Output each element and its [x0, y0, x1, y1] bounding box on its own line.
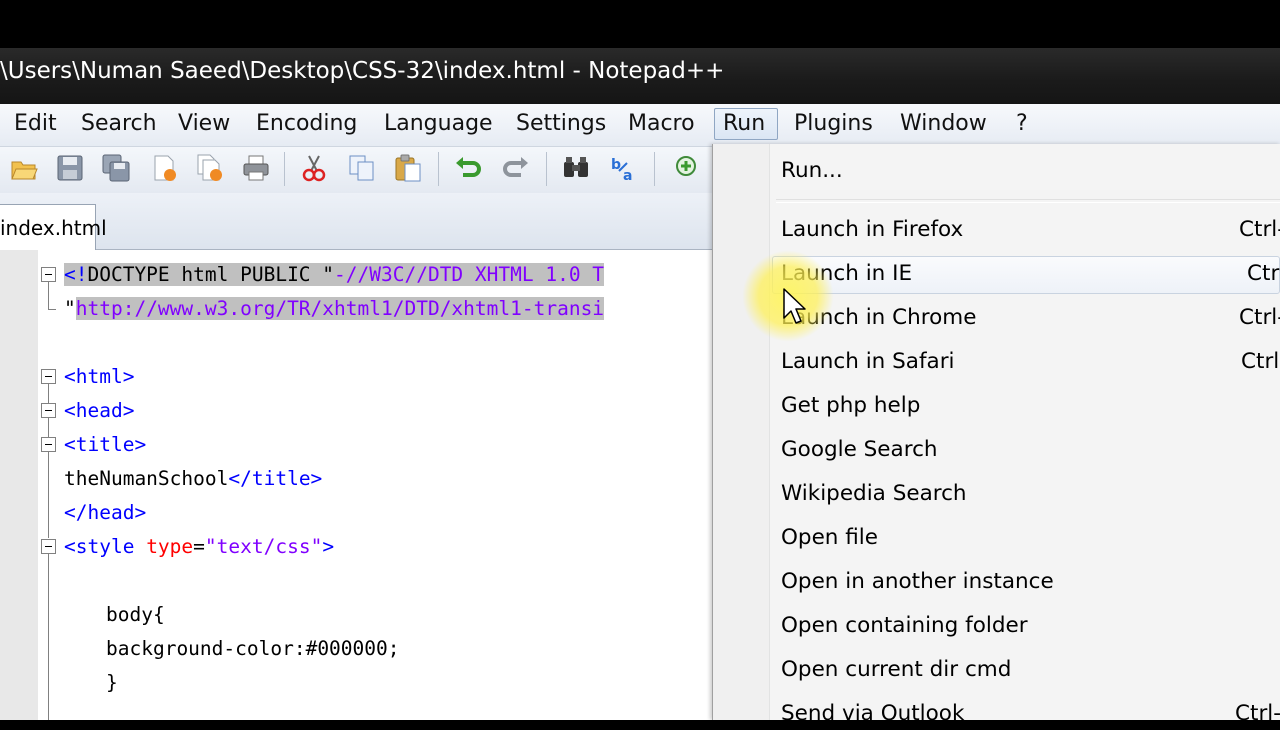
mouse-pointer-icon [783, 288, 806, 324]
fold-toggle[interactable] [41, 267, 56, 282]
menu-help[interactable]: ? [1008, 108, 1036, 140]
code-line-title: <title> [64, 433, 147, 456]
menu-edit[interactable]: Edit [6, 108, 65, 140]
code-line-bg-color: background-color:#000000; [106, 637, 400, 660]
menu-encoding[interactable]: Encoding [248, 108, 365, 140]
menu-item-run[interactable]: Run... [781, 155, 843, 187]
menu-window[interactable]: Window [892, 108, 995, 140]
tab-label: index.html [0, 216, 107, 240]
fold-line [48, 282, 49, 310]
shortcut-label: Ctrl- [1239, 305, 1280, 330]
menu-settings[interactable]: Settings [508, 108, 614, 140]
fold-toggle[interactable] [41, 403, 56, 418]
toolbar-separator [284, 152, 285, 186]
open-icon[interactable] [8, 152, 40, 184]
code-token: theNumanSchool [64, 467, 229, 490]
menu-search[interactable]: Search [73, 108, 165, 140]
code-token: type [146, 535, 194, 558]
close-all-icon[interactable] [194, 152, 226, 184]
menu-plugins[interactable]: Plugins [786, 108, 881, 140]
code-token: -//W3C//DTD XHTML 1.0 T [334, 263, 605, 286]
code-token: " [64, 297, 76, 320]
menu-item-open-file[interactable]: Open file [781, 522, 878, 554]
code-line-1: <!DOCTYPE html PUBLIC "-//W3C//DTD XHTML… [64, 261, 605, 289]
code-token: </title> [228, 467, 323, 490]
fold-line [48, 554, 49, 720]
menu-item-google-search[interactable]: Google Search [781, 434, 938, 466]
menu-item-launch-firefox[interactable]: Launch in Firefox [781, 214, 963, 246]
print-icon[interactable] [240, 152, 272, 184]
fold-line [48, 452, 49, 538]
find-icon[interactable] [560, 152, 592, 184]
code-line-head: <head> [64, 399, 135, 422]
code-line-close-brace: } [106, 671, 118, 694]
menu-icon-gutter [713, 144, 770, 720]
menu-language[interactable]: Language [376, 108, 501, 140]
code-token: <style [64, 535, 147, 558]
menu-item-launch-safari[interactable]: Launch in Safari [781, 346, 955, 378]
code-line-body: body{ [106, 603, 165, 626]
code-token: > [322, 535, 335, 558]
code-token: http://www.w3.org/TR/xhtml1/DTD/xhtml1-t… [75, 297, 605, 320]
redo-icon[interactable] [500, 152, 532, 184]
code-line-head-close: </head> [64, 501, 147, 524]
menu-separator [776, 199, 1280, 203]
menu-item-open-containing-folder[interactable]: Open containing folder [781, 610, 1028, 642]
code-token: DOCTYPE html PUBLIC " [87, 263, 335, 286]
copy-icon[interactable] [346, 152, 378, 184]
menu-view[interactable]: View [170, 108, 238, 140]
menu-run[interactable]: Run [714, 108, 778, 140]
save-icon[interactable] [54, 152, 86, 184]
zoom-in-icon[interactable] [670, 152, 702, 184]
code-line-html: <html> [64, 365, 135, 388]
code-line-title-text: theNumanSchool</title> [64, 465, 322, 493]
code-token: <! [64, 263, 88, 286]
menu-item-send-outlook[interactable]: Send via Outlook [781, 698, 964, 730]
menu-item-open-dir-cmd[interactable]: Open current dir cmd [781, 654, 1011, 686]
toolbar-separator [654, 152, 655, 186]
menu-item-php-help[interactable]: Get php help [781, 390, 920, 422]
code-token: "text/css" [204, 535, 323, 558]
toolbar-separator [546, 152, 547, 186]
fold-line [48, 384, 49, 403]
close-icon[interactable] [148, 152, 180, 184]
fold-line [48, 418, 49, 437]
menu-item-open-another-instance[interactable]: Open in another instance [781, 566, 1054, 598]
menu-item-wikipedia-search[interactable]: Wikipedia Search [781, 478, 967, 510]
shortcut-label: Ctr [1247, 261, 1280, 286]
line-number-margin [0, 250, 38, 720]
fold-toggle[interactable] [41, 539, 56, 554]
toolbar-separator [438, 152, 439, 186]
fold-line [48, 309, 56, 310]
code-line-style: <style type="text/css"> [64, 533, 334, 561]
replace-icon[interactable]: ba [608, 152, 640, 184]
undo-icon[interactable] [452, 152, 484, 184]
fold-toggle[interactable] [41, 369, 56, 384]
tab-bar [0, 193, 712, 250]
svg-text:a: a [623, 168, 632, 183]
cut-icon[interactable] [298, 152, 330, 184]
save-all-icon[interactable] [100, 152, 132, 184]
fold-toggle[interactable] [41, 437, 56, 452]
code-line-2: "http://www.w3.org/TR/xhtml1/DTD/xhtml1-… [64, 295, 605, 323]
code-token: = [193, 535, 205, 558]
window-title: \Users\Numan Saeed\Desktop\CSS-32\index.… [0, 58, 725, 84]
menu-macro[interactable]: Macro [620, 108, 703, 140]
paste-icon[interactable] [392, 152, 424, 184]
shortcut-label: Ctrl- [1235, 701, 1280, 726]
shortcut-label: Ctrl- [1239, 217, 1280, 242]
shortcut-label: Ctrl [1241, 349, 1280, 374]
